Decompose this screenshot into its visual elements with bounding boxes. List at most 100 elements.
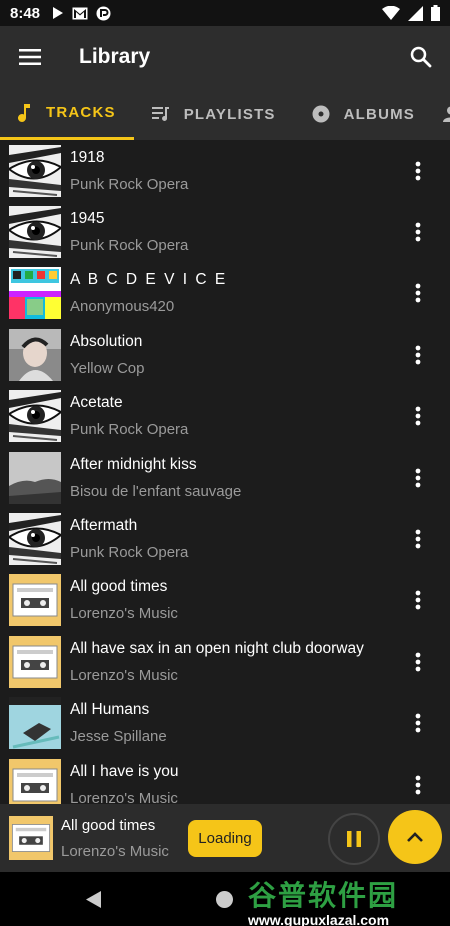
more-options-button[interactable] [400, 765, 436, 804]
more-vert-icon [415, 591, 421, 610]
tab-tracks-label: TRACKS [46, 104, 116, 121]
track-title: After midnight kiss [70, 455, 197, 473]
status-bar: 8:48 [0, 0, 450, 26]
app-bar: Library [0, 26, 450, 88]
tab-artists[interactable] [433, 88, 450, 140]
track-artist: Jesse Spillane [70, 728, 167, 746]
track-row[interactable]: Absolution Yellow Cop [0, 324, 450, 385]
more-vert-icon [415, 345, 421, 365]
more-options-button[interactable] [400, 273, 436, 313]
track-title: Aftermath [70, 517, 138, 535]
search-button[interactable] [396, 26, 446, 88]
album-art [9, 758, 61, 804]
track-row[interactable]: 1918 Punk Rock Opera [0, 140, 450, 201]
page-title: Library [79, 45, 151, 68]
person-icon [443, 106, 450, 122]
more-vert-icon [415, 468, 421, 488]
more-options-button[interactable] [400, 580, 436, 620]
tab-playlists-label: PLAYLISTS [183, 105, 276, 123]
track-row[interactable]: All I have is you Lorenzo's Music [0, 754, 450, 804]
music-note-icon [18, 103, 30, 122]
mini-player[interactable]: All good times Lorenzo's Music Loading [0, 804, 450, 872]
now-playing-art [9, 816, 53, 860]
album-art [9, 574, 61, 627]
track-row[interactable]: A B C D E V I C E Anonymous420 [0, 263, 450, 324]
track-artist: Yellow Cop [70, 359, 145, 377]
track-row[interactable]: Aftermath Punk Rock Opera [0, 508, 450, 569]
track-row[interactable]: All good times Lorenzo's Music [0, 570, 450, 631]
track-artist: Lorenzo's Music [70, 666, 178, 684]
watermark-url: www.gupuxlazal.com [248, 912, 390, 926]
track-title: 1945 [70, 210, 105, 228]
track-artist: Punk Rock Opera [70, 175, 189, 193]
album-art [9, 144, 61, 197]
tab-playlists[interactable]: PLAYLISTS [134, 88, 294, 140]
track-artist: Lorenzo's Music [70, 605, 178, 623]
more-options-button[interactable] [400, 212, 436, 252]
track-title: All I have is you [70, 762, 179, 780]
tab-albums[interactable]: ALBUMS [294, 88, 433, 140]
status-time: 8:48 [10, 4, 41, 22]
more-options-button[interactable] [400, 519, 436, 559]
track-row[interactable]: 1945 Punk Rock Opera [0, 201, 450, 262]
play-notification-icon [53, 7, 64, 19]
more-options-button[interactable] [400, 703, 436, 743]
wifi-icon [382, 6, 400, 20]
pause-icon [347, 831, 361, 847]
battery-icon [431, 5, 440, 21]
watermark: 谷普软件园 www.gupuxlazal.com [248, 874, 448, 926]
more-options-button[interactable] [400, 396, 436, 436]
chevron-up-icon [407, 832, 423, 842]
track-title: All Humans [70, 701, 150, 719]
tab-bar: TRACKS PLAYLISTS ALBUMS [0, 88, 450, 140]
more-options-button[interactable] [400, 151, 436, 191]
now-playing-artist: Lorenzo's Music [61, 842, 169, 860]
track-row[interactable]: After midnight kiss Bisou de l'enfant sau… [0, 447, 450, 508]
playlist-icon [151, 107, 169, 121]
more-vert-icon [415, 284, 421, 303]
watermark-title: 谷普软件园 [248, 880, 399, 911]
track-artist: Anonymous420 [70, 298, 175, 316]
track-row[interactable]: All have sax in an open night club doorw… [0, 631, 450, 692]
more-options-button[interactable] [400, 458, 436, 498]
more-vert-icon [415, 529, 421, 549]
pause-button[interactable] [328, 813, 380, 865]
album-art [9, 206, 61, 259]
more-vert-icon [415, 222, 421, 242]
menu-button[interactable] [0, 26, 60, 88]
more-options-button[interactable] [400, 335, 436, 375]
album-art [9, 513, 61, 566]
back-nav-icon[interactable] [86, 891, 102, 908]
track-artist: Bisou de l'enfant sauvage [70, 482, 242, 500]
home-nav-icon[interactable] [216, 891, 233, 908]
system-nav-bar: 谷普软件园 www.gupuxlazal.com [0, 872, 450, 926]
more-vert-icon [415, 161, 421, 181]
more-vert-icon [415, 652, 421, 672]
hamburger-icon [19, 49, 41, 65]
more-vert-icon [415, 775, 421, 794]
album-art [9, 267, 61, 320]
track-list[interactable]: 1918 Punk Rock Opera 1945 Punk Rock Opera … [0, 140, 450, 804]
tab-albums-label: ALBUMS [343, 105, 416, 123]
gmail-icon [72, 7, 88, 19]
signal-icon [408, 5, 423, 21]
track-title: A B C D E V I C E [70, 271, 228, 289]
track-title: All have sax in an open night club doorw… [70, 639, 364, 657]
more-vert-icon [415, 406, 421, 426]
track-title: Absolution [70, 332, 143, 350]
track-row[interactable]: All Humans Jesse Spillane [0, 693, 450, 754]
album-art [9, 635, 61, 688]
tab-tracks[interactable]: TRACKS [0, 88, 134, 140]
track-artist: Punk Rock Opera [70, 544, 189, 562]
track-title: 1918 [70, 148, 105, 166]
album-art [9, 697, 61, 750]
search-icon [410, 46, 432, 68]
track-artist: Lorenzo's Music [70, 789, 178, 804]
track-artist: Punk Rock Opera [70, 421, 189, 439]
now-playing-title: All good times [61, 816, 156, 834]
more-vert-icon [415, 713, 421, 733]
more-options-button[interactable] [400, 642, 436, 682]
expand-player-button[interactable] [388, 810, 442, 864]
track-row[interactable]: Acetate Punk Rock Opera [0, 386, 450, 447]
album-art [9, 390, 61, 443]
